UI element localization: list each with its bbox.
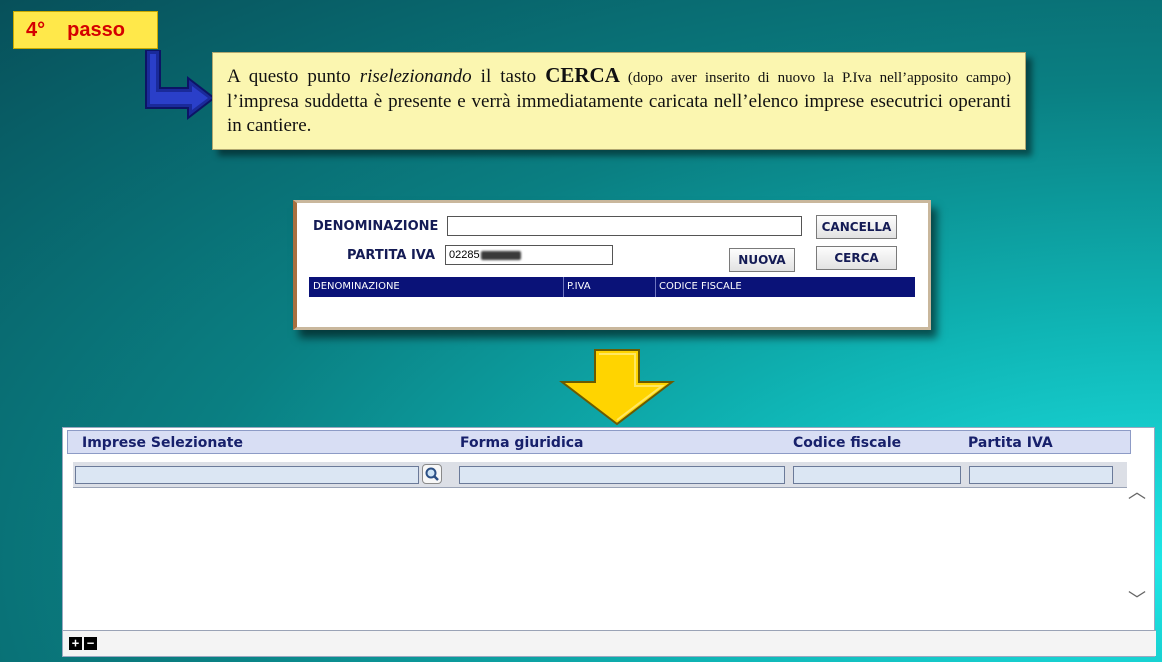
- scroll-up-icon[interactable]: ︿: [1128, 478, 1146, 504]
- note-text-bold: CERCA: [545, 63, 620, 87]
- step-label: passo: [67, 18, 125, 41]
- col-codice-fiscale: CODICE FISCALE: [659, 281, 742, 292]
- denominazione-label: DENOMINAZIONE: [313, 219, 439, 234]
- col-imprese-selezionate: Imprese Selezionate: [82, 435, 243, 451]
- filter-partita-iva[interactable]: [969, 466, 1113, 484]
- filter-codice-fiscale[interactable]: [793, 466, 961, 484]
- nuova-button[interactable]: NUOVA: [729, 248, 795, 272]
- cerca-button[interactable]: CERCA: [816, 246, 897, 270]
- col-piva: P.IVA: [567, 281, 591, 292]
- denominazione-input[interactable]: [447, 216, 802, 236]
- bent-arrow-icon: [145, 50, 216, 121]
- add-row-button[interactable]: +: [69, 637, 82, 650]
- col-codice-fiscale: Codice fiscale: [793, 435, 902, 451]
- panel-footer: + −: [63, 630, 1156, 656]
- note-text-small: (dopo aver inserito di nuovo la P.Iva ne…: [619, 70, 1011, 86]
- partita-iva-value: 02285: [449, 249, 480, 261]
- partita-iva-input[interactable]: 02285: [445, 245, 613, 265]
- search-panel: DENOMINAZIONE CANCELLA PARTITA IVA 02285…: [293, 200, 931, 330]
- cancella-button[interactable]: CANCELLA: [816, 215, 897, 239]
- filter-forma-giuridica[interactable]: [459, 466, 785, 484]
- column-divider: [655, 277, 656, 297]
- filter-imprese[interactable]: [75, 466, 419, 484]
- col-denominazione: DENOMINAZIONE: [313, 281, 400, 292]
- col-forma-giuridica: Forma giuridica: [460, 435, 584, 451]
- step-number: 4°: [26, 18, 46, 41]
- selected-companies-header: Imprese Selezionate Forma giuridica Codi…: [67, 430, 1131, 454]
- filter-row: [73, 462, 1127, 488]
- column-divider: [563, 277, 564, 297]
- instruction-note: A questo punto riselezionando il tasto C…: [212, 52, 1026, 150]
- partita-iva-label: PARTITA IVA: [347, 248, 436, 263]
- selected-companies-panel: Imprese Selezionate Forma giuridica Codi…: [62, 427, 1156, 657]
- search-magnifier-icon[interactable]: [422, 464, 442, 484]
- note-text-3: il tasto: [471, 66, 546, 87]
- redacted-mark: [480, 250, 521, 260]
- step-tag: 4° passo: [13, 11, 158, 49]
- down-arrow-icon: [559, 349, 675, 426]
- remove-row-button[interactable]: −: [84, 637, 97, 650]
- note-text-6: l’impresa suddetta è presente e verrà im…: [227, 91, 1011, 136]
- scroll-down-icon[interactable]: ﹀: [1128, 586, 1146, 612]
- note-text-1: A questo punto: [227, 66, 360, 87]
- note-text-italic: riselezionando: [359, 66, 472, 87]
- search-results-header: DENOMINAZIONE P.IVA CODICE FISCALE: [309, 277, 915, 297]
- col-partita-iva: Partita IVA: [968, 435, 1053, 451]
